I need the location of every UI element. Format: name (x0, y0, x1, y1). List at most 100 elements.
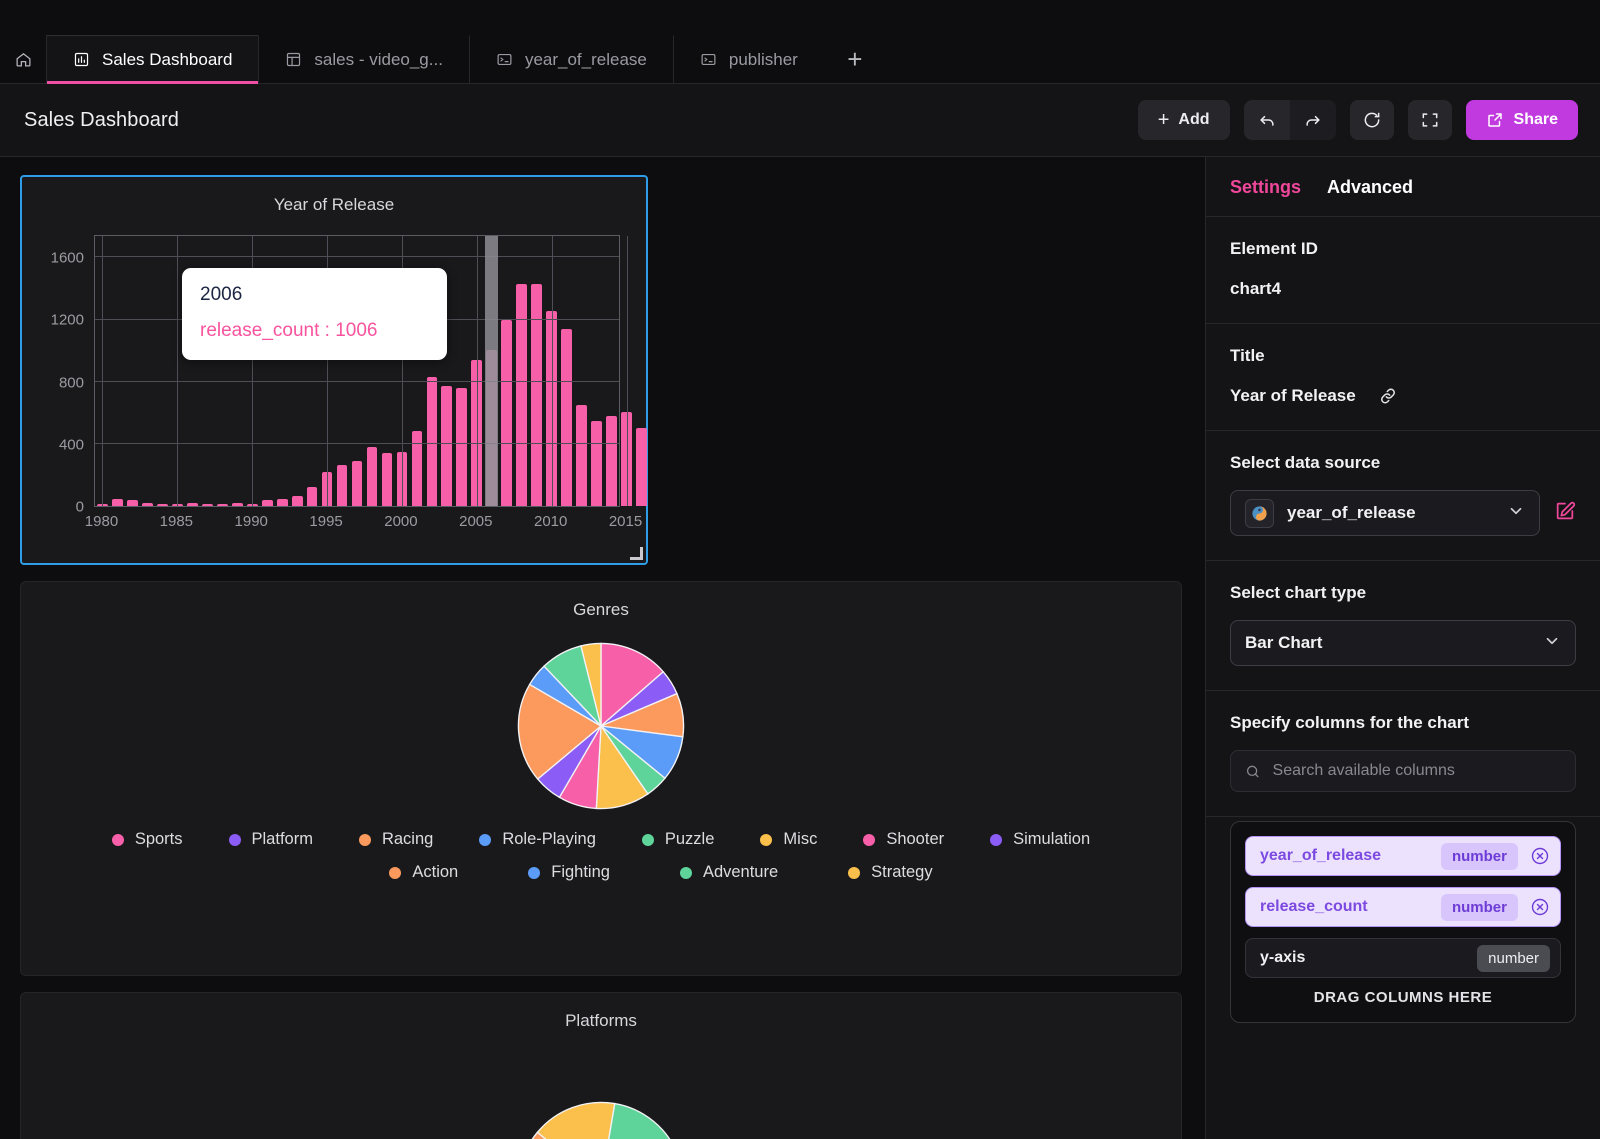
add-button[interactable]: + Add (1137, 100, 1230, 140)
chip-release-count[interactable]: release_count number (1245, 887, 1561, 927)
platforms-pie-chart[interactable] (515, 1099, 687, 1139)
bar[interactable] (127, 500, 138, 506)
title-section: Title Year of Release (1206, 324, 1600, 431)
legend-label: Role-Playing (502, 830, 596, 848)
x-tick-label: 1990 (234, 513, 268, 530)
legend-item[interactable]: Misc (760, 830, 817, 849)
bar[interactable] (501, 319, 513, 506)
remove-chip-button[interactable] (1530, 846, 1550, 866)
bar[interactable] (216, 503, 228, 506)
bar[interactable] (381, 453, 393, 506)
chip-y-axis[interactable]: y-axis number (1245, 938, 1561, 978)
legend-item[interactable]: Shooter (863, 830, 944, 849)
home-button[interactable] (0, 35, 46, 83)
genres-pie-chart[interactable] (515, 640, 687, 812)
bar[interactable] (336, 465, 348, 506)
bar[interactable] (231, 503, 243, 506)
chart-card-platforms[interactable]: Platforms (20, 992, 1182, 1139)
bar[interactable] (456, 387, 468, 506)
bar[interactable] (291, 496, 303, 506)
bar[interactable] (186, 502, 198, 506)
redo-button[interactable] (1289, 100, 1336, 140)
legend-item[interactable]: Role-Playing (479, 830, 596, 849)
legend-color-dot (111, 833, 124, 846)
edit-data-source-button[interactable] (1554, 500, 1576, 527)
page-title: Sales Dashboard (24, 108, 179, 131)
tab-publisher[interactable]: publisher (672, 35, 824, 83)
add-tab-button[interactable]: + (824, 35, 886, 83)
legend-label: Simulation (1013, 830, 1091, 848)
legend-label: Action (412, 863, 459, 881)
chart-type-select[interactable]: Bar Chart (1230, 620, 1576, 666)
bar[interactable] (276, 499, 288, 506)
bar[interactable] (576, 404, 587, 506)
tab-advanced[interactable]: Advanced (1327, 177, 1413, 198)
column-search-box[interactable] (1230, 750, 1576, 792)
bar[interactable] (156, 503, 168, 506)
tab-label: Sales Dashboard (102, 49, 233, 69)
legend-item[interactable]: Simulation (990, 830, 1090, 849)
bar[interactable] (441, 385, 453, 506)
legend-color-dot (358, 833, 371, 846)
bar-chart[interactable]: 0 400 800 1200 1600 1980 1985 1990 1995 2000 2005… (34, 235, 647, 545)
legend-item[interactable]: Action (389, 863, 458, 882)
title-value[interactable]: Year of Release (1230, 386, 1356, 406)
undo-icon (1259, 115, 1274, 126)
bar[interactable] (606, 415, 617, 506)
tab-settings[interactable]: Settings (1230, 177, 1301, 198)
chip-year-of-release[interactable]: year_of_release number (1245, 836, 1561, 876)
chart-tooltip: 2006 release_count : 1006 (182, 268, 447, 360)
gridline-vertical (626, 236, 628, 506)
chevron-down-icon (1507, 502, 1525, 525)
bar[interactable] (306, 487, 318, 506)
link-icon[interactable] (1378, 386, 1398, 406)
resize-handle[interactable] (630, 547, 643, 560)
columns-section: Specify columns for the chart (1206, 691, 1600, 817)
database-icon (1245, 498, 1274, 528)
columns-label: Specify columns for the chart (1230, 713, 1469, 732)
legend-item[interactable]: Racing (358, 830, 433, 849)
legend-item[interactable]: Puzzle (641, 830, 714, 849)
column-dropzone[interactable]: year_of_release number release_count num… (1230, 821, 1576, 1023)
tab-sales-dashboard[interactable]: Sales Dashboard (46, 35, 259, 84)
legend-item[interactable]: Platform (228, 830, 313, 849)
bar[interactable] (112, 498, 123, 506)
undo-button[interactable] (1244, 100, 1290, 140)
pie-slice[interactable] (536, 1101, 616, 1139)
legend-color-dot (528, 866, 541, 879)
bar[interactable] (516, 284, 528, 506)
bar[interactable] (561, 329, 573, 506)
tab-sales-video-g[interactable]: sales - video_g... (258, 35, 469, 83)
data-source-select[interactable]: year_of_release (1230, 490, 1540, 536)
tab-bar: Sales Dashboard sales - video_g... year_… (0, 0, 1600, 84)
legend-item[interactable]: Strategy (848, 863, 933, 882)
refresh-icon (1364, 112, 1379, 128)
x-tick-label: 2005 (459, 513, 493, 530)
bar[interactable] (201, 503, 213, 506)
legend-item[interactable]: Sports (111, 830, 183, 849)
refresh-button[interactable] (1349, 100, 1394, 140)
tab-year-of-release[interactable]: year_of_release (468, 35, 673, 83)
bar[interactable] (366, 447, 378, 506)
bar[interactable] (591, 421, 602, 506)
y-tick-label: 1600 (50, 249, 84, 267)
legend-label: Adventure (702, 863, 779, 881)
chart-card-year-of-release[interactable]: Year of Release 0 400 800 1200 1600 1980 1985… (20, 175, 648, 565)
y-axis-labels: 0 400 800 1200 1600 (34, 235, 90, 516)
chart-card-genres[interactable]: Genres Sports Platform Racing Role-Playing P… (20, 581, 1182, 976)
bar[interactable] (636, 427, 647, 506)
legend-item[interactable]: Adventure (679, 863, 779, 882)
search-input[interactable] (1272, 762, 1561, 780)
plus-icon: + (1157, 109, 1170, 131)
bar[interactable] (426, 377, 438, 506)
bar[interactable] (142, 503, 153, 506)
legend-item[interactable]: Fighting (528, 863, 610, 882)
share-button[interactable]: Share (1465, 100, 1578, 140)
legend-color-dot (389, 866, 402, 879)
fullscreen-button[interactable] (1407, 100, 1452, 140)
bar[interactable] (351, 461, 363, 506)
legend-label: Misc (783, 830, 818, 848)
remove-chip-button[interactable] (1530, 897, 1550, 917)
terminal-icon (497, 53, 512, 66)
bar[interactable] (261, 499, 273, 506)
